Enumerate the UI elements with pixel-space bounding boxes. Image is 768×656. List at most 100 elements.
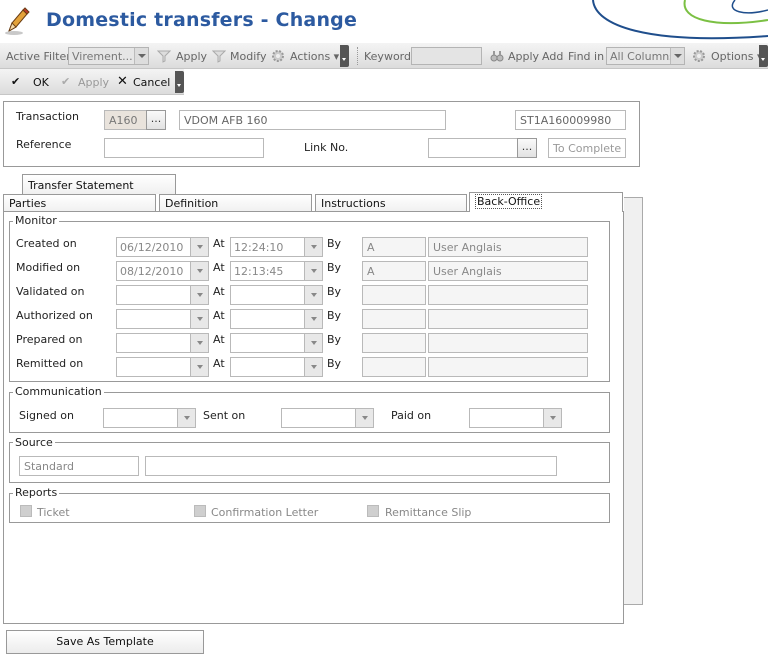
- monitor-time-picker[interactable]: [230, 285, 323, 305]
- link-no-browse-button[interactable]: ...: [517, 138, 537, 158]
- at-label: At: [213, 333, 225, 346]
- modify-filter-button[interactable]: Modify: [230, 50, 266, 63]
- transaction-browse-button[interactable]: ...: [146, 110, 166, 130]
- transaction-code-field[interactable]: A160: [104, 110, 147, 130]
- ticket-checkbox[interactable]: [20, 505, 32, 517]
- toolbar-grip-handle[interactable]: [175, 71, 184, 93]
- status-field: To Complete: [548, 138, 626, 158]
- sent-on-date-picker[interactable]: [281, 408, 374, 428]
- monitor-row-label: Authorized on: [16, 309, 93, 322]
- link-no-input[interactable]: [428, 138, 518, 158]
- checkmark-icon: ✔: [11, 75, 21, 88]
- ticket-label: Ticket: [37, 506, 70, 519]
- monitor-date-value: 06/12/2010: [120, 241, 184, 254]
- signed-on-date-picker[interactable]: [103, 408, 196, 428]
- monitor-user-name-field[interactable]: [428, 333, 588, 353]
- monitor-user-code-field[interactable]: [362, 285, 426, 305]
- monitor-time-value: 12:24:10: [234, 241, 284, 254]
- options-menu-button[interactable]: Options ▾: [711, 50, 762, 63]
- apply-keyword-button[interactable]: Apply: [508, 50, 539, 63]
- monitor-row-label: Prepared on: [16, 333, 83, 346]
- toolbar-grip-handle[interactable]: [759, 45, 768, 67]
- monitor-date-picker[interactable]: [116, 357, 209, 377]
- apply-filter-button[interactable]: Apply: [176, 50, 207, 63]
- monitor-row-label: Validated on: [16, 285, 85, 298]
- ok-button[interactable]: OK: [33, 76, 49, 89]
- monitor-date-picker[interactable]: 06/12/2010: [116, 237, 209, 257]
- monitor-user-code-field[interactable]: [362, 357, 426, 377]
- apply-button[interactable]: Apply: [78, 76, 109, 89]
- main-toolbar: Active Filter Virement... Apply Modify A…: [0, 43, 768, 69]
- active-filter-label: Active Filter: [6, 50, 71, 63]
- monitor-time-picker[interactable]: [230, 333, 323, 353]
- by-label: By: [327, 333, 342, 346]
- action-toolbar: ✔ OK ✔ Apply ✕ Cancel: [0, 69, 184, 95]
- link-no-label: Link No.: [304, 141, 349, 154]
- reports-title: Reports: [13, 486, 60, 499]
- source-code-field[interactable]: Standard: [19, 456, 139, 476]
- remittance-slip-checkbox[interactable]: [367, 505, 379, 517]
- monitor-user-code-field[interactable]: A: [362, 237, 426, 257]
- tab-back-office-label: Back-Office: [475, 194, 543, 209]
- transaction-name-field[interactable]: VDOM AFB 160: [179, 110, 446, 130]
- calendar-dropdown-icon: [190, 358, 208, 376]
- chevron-down-icon: [670, 48, 684, 64]
- toolbar-grip-handle[interactable]: [340, 45, 349, 67]
- paid-on-date-picker[interactable]: [469, 408, 562, 428]
- keyword-label: Keyword: [364, 50, 411, 63]
- monitor-user-name-field[interactable]: User Anglais: [428, 261, 588, 281]
- monitor-row-label: Remitted on: [16, 357, 84, 370]
- monitor-user-code-field[interactable]: A: [362, 261, 426, 281]
- by-label: By: [327, 285, 342, 298]
- monitor-user-name-field[interactable]: [428, 309, 588, 329]
- actions-menu-button[interactable]: Actions ▾: [290, 50, 339, 63]
- time-dropdown-icon: [304, 310, 322, 328]
- monitor-user-name-field[interactable]: [428, 285, 588, 305]
- by-label: By: [327, 357, 342, 370]
- tab-instructions[interactable]: Instructions: [315, 194, 467, 212]
- transaction-ref-field[interactable]: ST1A160009980: [515, 110, 626, 130]
- monitor-time-picker[interactable]: 12:13:45: [230, 261, 323, 281]
- at-label: At: [213, 285, 225, 298]
- monitor-user-name-field[interactable]: User Anglais: [428, 237, 588, 257]
- tab-back-office[interactable]: Back-Office: [469, 192, 623, 212]
- sent-on-label: Sent on: [203, 409, 246, 422]
- save-as-template-button[interactable]: Save As Template: [6, 630, 204, 654]
- reference-input[interactable]: [104, 138, 264, 158]
- add-keyword-button[interactable]: Add: [542, 50, 563, 63]
- monitor-time-picker[interactable]: 12:24:10: [230, 237, 323, 257]
- monitor-date-picker[interactable]: [116, 285, 209, 305]
- monitor-time-picker[interactable]: [230, 309, 323, 329]
- calendar-dropdown-icon: [190, 286, 208, 304]
- filter-select[interactable]: Virement...: [68, 47, 149, 65]
- filter-select-value: Virement...: [72, 50, 133, 63]
- calendar-dropdown-icon: [543, 409, 561, 427]
- find-in-label: Find in: [568, 50, 605, 63]
- source-detail-field[interactable]: [145, 456, 557, 476]
- at-label: At: [213, 261, 225, 274]
- tab-transfer-statement[interactable]: Transfer Statement: [22, 174, 176, 194]
- find-in-select-value: All Columns: [610, 50, 675, 63]
- tab-parties[interactable]: Parties: [3, 194, 156, 212]
- gear-icon: [693, 50, 705, 62]
- time-dropdown-icon: [304, 238, 322, 256]
- monitor-date-picker[interactable]: [116, 333, 209, 353]
- binoculars-icon: [490, 51, 504, 62]
- keyword-input[interactable]: [411, 47, 482, 65]
- tab-definition[interactable]: Definition: [159, 194, 312, 212]
- monitor-date-picker[interactable]: [116, 309, 209, 329]
- monitor-user-code-field[interactable]: [362, 333, 426, 353]
- brand-swoosh-graphic: [592, 0, 768, 40]
- calendar-dropdown-icon: [190, 310, 208, 328]
- calendar-dropdown-icon: [190, 262, 208, 280]
- time-dropdown-icon: [304, 262, 322, 280]
- calendar-dropdown-icon: [355, 409, 373, 427]
- remittance-slip-label: Remittance Slip: [385, 506, 472, 519]
- confirmation-letter-checkbox[interactable]: [194, 505, 206, 517]
- monitor-user-code-field[interactable]: [362, 309, 426, 329]
- monitor-user-name-field[interactable]: [428, 357, 588, 377]
- find-in-select[interactable]: All Columns: [606, 47, 685, 65]
- cancel-button[interactable]: Cancel: [133, 76, 170, 89]
- monitor-time-picker[interactable]: [230, 357, 323, 377]
- monitor-date-picker[interactable]: 08/12/2010: [116, 261, 209, 281]
